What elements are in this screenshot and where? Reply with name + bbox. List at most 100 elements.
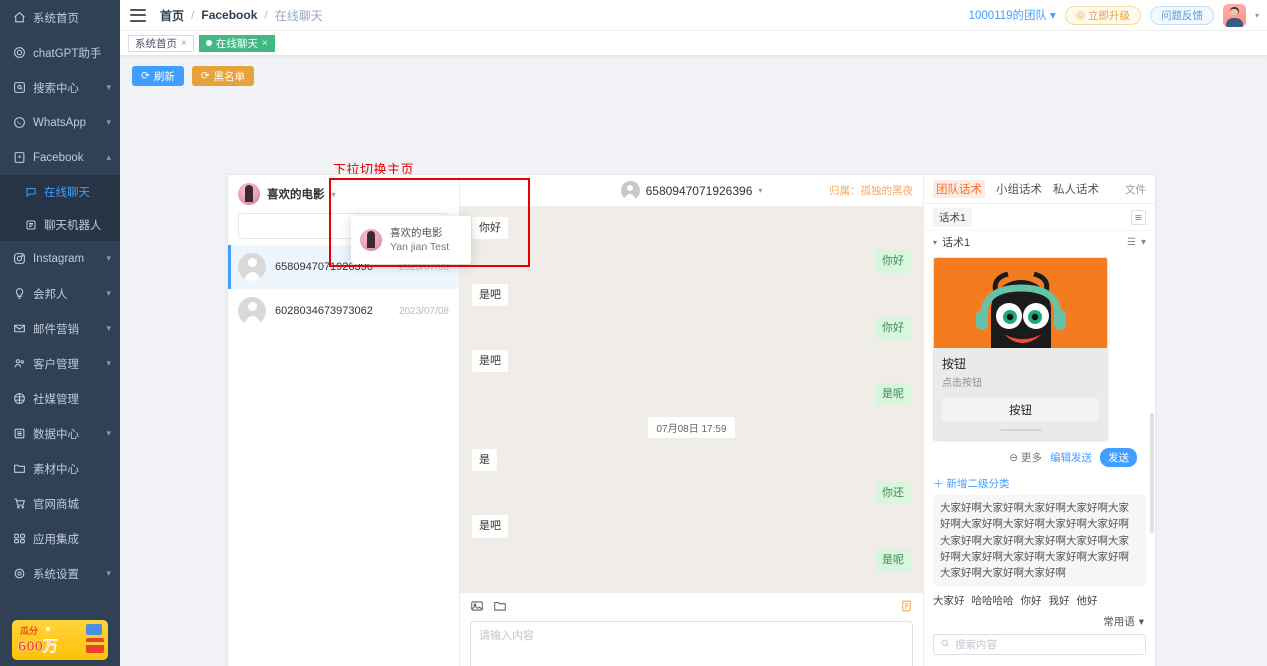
sidebar-item-chatgpt[interactable]: chatGPT助手 xyxy=(0,35,120,70)
message-list: 你好 你好 是吧 你好 是吧 是呢 07月08日 17:59 是 你还 是吧 是… xyxy=(460,207,923,592)
script-category-chip[interactable]: 话术1 xyxy=(933,207,972,227)
tab-online-chat[interactable]: 在线聊天 × xyxy=(198,34,275,52)
quick-reply-tag[interactable]: 大家好 xyxy=(933,593,965,608)
sidebar-item-social-management[interactable]: 社媒管理 xyxy=(0,381,120,416)
message-bubble: 你还 xyxy=(875,482,911,505)
close-icon[interactable]: × xyxy=(262,38,268,49)
quick-reply-icon[interactable] xyxy=(900,599,913,616)
drag-handle-icon[interactable]: ☰ xyxy=(1127,237,1136,248)
sidebar-item-label: 邮件营销 xyxy=(33,323,79,336)
script-card[interactable]: 按钮 点击按钮 按钮 xyxy=(933,257,1108,441)
sidebar-item-app-integration[interactable]: 应用集成 xyxy=(0,521,120,556)
feedback-button[interactable]: 问题反馈 xyxy=(1149,5,1214,25)
scripts-scroll-area: 按钮 点击按钮 按钮 ⊖ 更多 编辑发送 发送 ＋ 新增二级分类 大家好啊大家好… xyxy=(924,253,1155,666)
tab-private-scripts[interactable]: 私人话术 xyxy=(1053,181,1099,197)
sidebar-item-material-center[interactable]: 素材中心 xyxy=(0,451,120,486)
script-card-button[interactable]: 按钮 xyxy=(942,398,1099,422)
sidebar-item-search-center[interactable]: 搜索中心 ▾ xyxy=(0,70,120,105)
feedback-label: 问题反馈 xyxy=(1160,9,1203,22)
search-center-icon xyxy=(12,80,27,95)
chevron-down-icon: ▾ xyxy=(331,189,336,199)
message-row: 是呢 xyxy=(472,548,911,571)
sidebar-item-label: 系统首页 xyxy=(33,12,79,25)
sidebar-item-system-settings[interactable]: 系统设置 ▾ xyxy=(0,556,120,591)
sidebar-item-home[interactable]: 系统首页 xyxy=(0,0,120,35)
sidebar-item-instagram[interactable]: Instagram ▾ xyxy=(0,241,120,276)
promo-dot-icon xyxy=(46,627,50,631)
common-phrases-selector[interactable]: 常用语 ▾ xyxy=(924,608,1155,629)
close-icon[interactable]: × xyxy=(181,38,187,49)
message-input[interactable]: 请输入内容 xyxy=(470,621,913,666)
sidebar-item-whatsapp[interactable]: WhatsApp ▾ xyxy=(0,105,120,140)
script-search-input[interactable]: 搜索内容 xyxy=(933,634,1146,656)
sidebar-item-email-marketing[interactable]: 邮件营销 ▾ xyxy=(0,311,120,346)
breadcrumb: 首页 / Facebook / 在线聊天 xyxy=(160,7,323,24)
team-selector[interactable]: 1000119的团队 ▾ xyxy=(969,7,1056,23)
chevron-down-icon: ▾ xyxy=(106,117,111,127)
script-category-row: 话术1 xyxy=(924,204,1155,231)
message-bubble: 是呢 xyxy=(875,548,911,571)
chevron-down-icon[interactable]: ▾ xyxy=(1141,237,1146,248)
send-script-button[interactable]: 发送 xyxy=(1100,448,1137,467)
app-root: 系统首页 chatGPT助手 搜索中心 ▾ WhatsApp ▾ Faceboo… xyxy=(0,0,1267,666)
menu-toggle-icon[interactable] xyxy=(130,8,146,22)
gift-red-icon xyxy=(86,638,104,653)
sidebar-item-chatbot[interactable]: 聊天机器人 xyxy=(0,208,120,241)
file-upload-icon[interactable] xyxy=(493,599,507,616)
user-menu-chevron-icon[interactable]: ▾ xyxy=(1255,11,1259,20)
action-toolbar: ⟳ 刷新 ⟳ 黑名单 xyxy=(132,66,1255,86)
search-icon xyxy=(941,639,950,651)
quick-reply-tags: 大家好 哈哈哈哈 你好 我好 他好 xyxy=(924,586,1155,608)
tab-group-scripts[interactable]: 小组话术 xyxy=(996,181,1042,197)
list-view-icon[interactable] xyxy=(1131,209,1146,225)
breadcrumb-item-facebook[interactable]: Facebook xyxy=(201,8,257,22)
conversation-panel: 6580947071926396 ▾ 归属：孤独的黑夜 你好 你好 是吧 你好 … xyxy=(460,175,923,666)
chevron-up-icon: ▴ xyxy=(106,152,111,162)
quick-reply-tag[interactable]: 我好 xyxy=(1049,593,1070,608)
upgrade-label: 立即升级 xyxy=(1087,9,1130,22)
avatar[interactable] xyxy=(1222,3,1246,27)
page-selector[interactable]: 喜欢的电影 ▾ xyxy=(228,175,459,213)
sidebar-item-facebook[interactable]: Facebook ▴ xyxy=(0,140,120,175)
bulb-icon xyxy=(12,286,27,301)
more-button[interactable]: ⊖ 更多 xyxy=(1009,450,1042,465)
chevron-down-icon: ▾ xyxy=(106,358,111,368)
conversation-title-group[interactable]: 6580947071926396 ▾ xyxy=(620,181,762,200)
breadcrumb-item-home[interactable]: 首页 xyxy=(160,7,184,24)
contact-list-item[interactable]: 6028034673973062 2023/07/08 xyxy=(228,289,459,333)
page-selector-dropdown: 喜欢的电影 Yan jian Test xyxy=(351,216,471,265)
refresh-button[interactable]: ⟳ 刷新 xyxy=(132,66,184,86)
add-subcategory-button[interactable]: ＋ 新增二级分类 xyxy=(924,467,1155,495)
tab-system-home[interactable]: 系统首页 × xyxy=(128,34,194,52)
quick-reply-tag[interactable]: 你好 xyxy=(1021,593,1042,608)
message-bubble: 你好 xyxy=(472,217,508,240)
sidebar-item-data-center[interactable]: 数据中心 ▾ xyxy=(0,416,120,451)
edit-send-button[interactable]: 编辑发送 xyxy=(1050,450,1092,465)
page-dropdown-item[interactable]: 喜欢的电影 Yan jian Test xyxy=(351,223,471,257)
blacklist-button[interactable]: ⟳ 黑名单 xyxy=(191,66,255,86)
sidebar-item-online-chat[interactable]: 在线聊天 xyxy=(0,175,120,208)
sidebar-item-official-mall[interactable]: 官网商城 xyxy=(0,486,120,521)
facebook-icon xyxy=(12,150,27,165)
tab-team-scripts[interactable]: 团队话术 xyxy=(933,180,985,198)
quick-reply-tag[interactable]: 哈哈哈哈 xyxy=(972,593,1014,608)
scripts-tabs: 团队话术 小组话术 私人话术 文件 xyxy=(924,175,1155,204)
instagram-icon xyxy=(12,251,27,266)
sidebar-item-label: Facebook xyxy=(33,151,84,164)
quick-reply-tag[interactable]: 他好 xyxy=(1077,593,1098,608)
sidebar-item-customer-management[interactable]: 客户管理 ▾ xyxy=(0,346,120,381)
image-upload-icon[interactable] xyxy=(470,599,484,616)
sidebar-item-huibangren[interactable]: 会邦人 ▾ xyxy=(0,276,120,311)
script-long-text[interactable]: 大家好啊大家好啊大家好啊大家好啊大家好啊大家好啊大家好啊大家好啊大家好啊大家好啊… xyxy=(933,495,1146,587)
scrollbar-thumb[interactable] xyxy=(1150,413,1154,533)
message-timestamp: 07月08日 17:59 xyxy=(648,416,735,438)
avatar-face xyxy=(1230,8,1239,15)
tab-files[interactable]: 文件 xyxy=(1125,182,1146,197)
script-subcategory-row[interactable]: ▾ 话术1 ☰ ▾ xyxy=(924,231,1155,253)
chevron-down-icon: ▾ xyxy=(1050,10,1056,22)
main-area: 首页 / Facebook / 在线聊天 1000119的团队 ▾ ◎ 立即升级… xyxy=(120,0,1267,666)
open-tabs-bar: 系统首页 × 在线聊天 × xyxy=(120,31,1267,56)
upgrade-button[interactable]: ◎ 立即升级 xyxy=(1064,5,1141,25)
folder-icon xyxy=(12,461,27,476)
promo-banner[interactable]: 瓜分 600万 xyxy=(12,620,108,660)
